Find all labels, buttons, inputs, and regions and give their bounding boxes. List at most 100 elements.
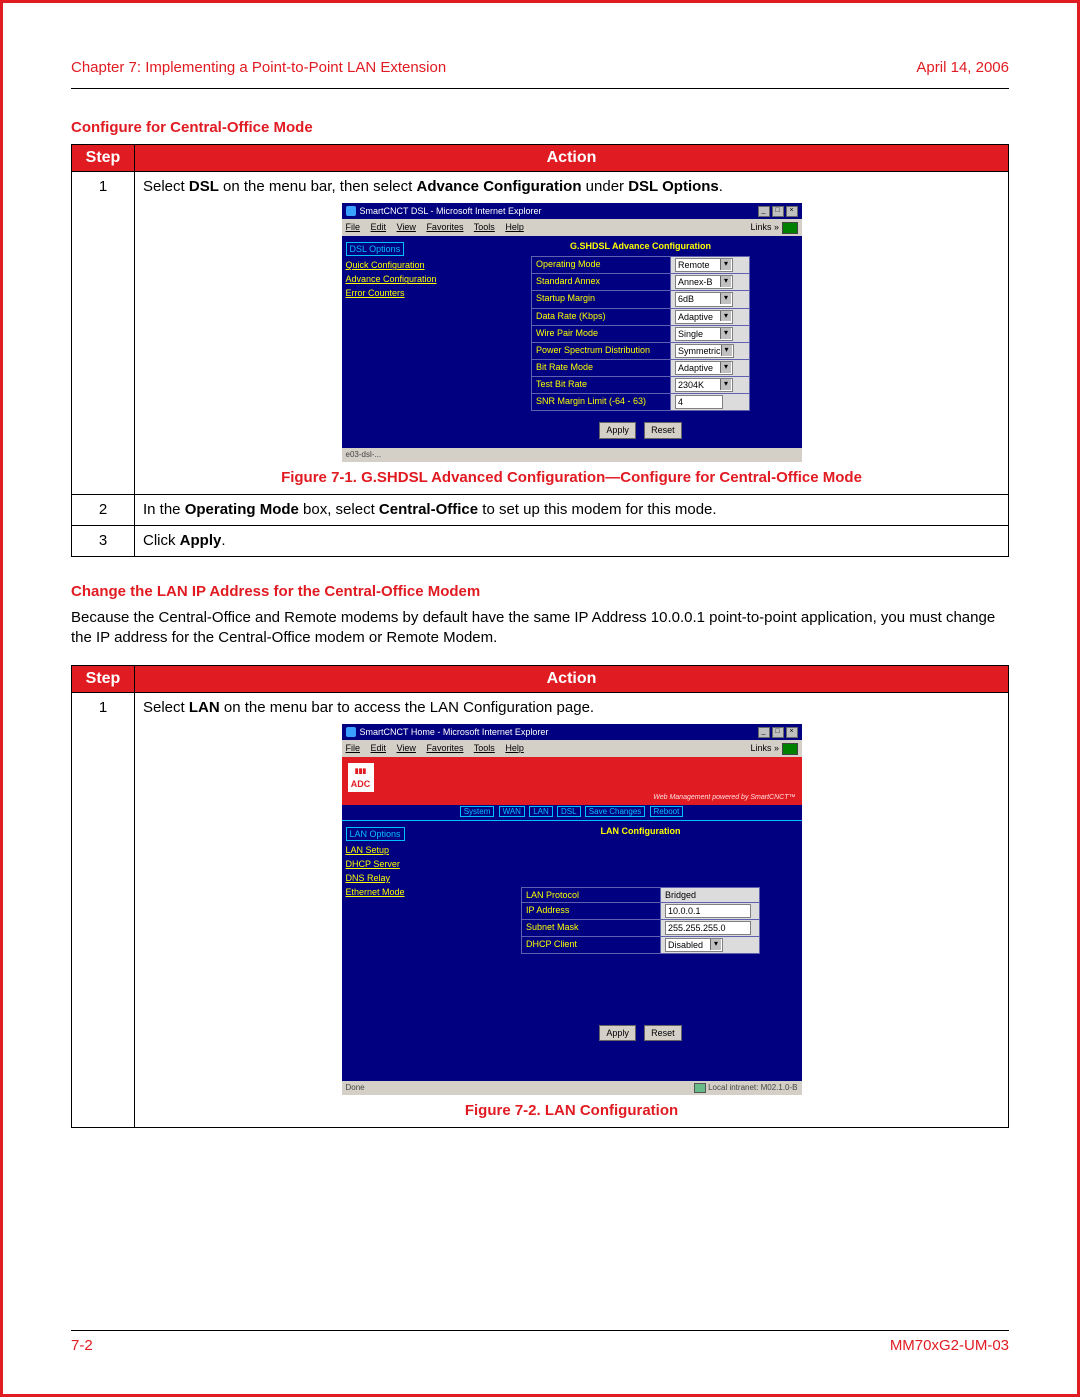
dhcp-client-dropdown[interactable]: Disabled [665,938,723,952]
ip-address-input[interactable]: 10.0.0.1 [665,904,751,918]
section2-steps-table: Step Action 1 Select LAN on the menu bar… [71,665,1009,1128]
table-row: 1 Select LAN on the menu bar to access t… [72,692,1009,1127]
nav-tabs: System WAN LAN DSL Save Changes Reboot [342,805,802,821]
step-num: 1 [72,692,135,1127]
doc-id: MM70xG2-UM-03 [890,1337,1009,1354]
wire-pair-dropdown[interactable]: Single [675,327,733,341]
sidebar-item-error-counters[interactable]: Error Counters [346,287,476,299]
menu-help[interactable]: Help [505,222,524,232]
tab-wan[interactable]: WAN [499,806,525,817]
section1-steps-table: Step Action 1 Select DSL on the menu bar… [71,144,1009,557]
header-date: April 14, 2006 [916,59,1009,76]
menu-help[interactable]: Help [505,743,524,753]
status-left: e03-dsl-... [346,450,382,461]
sidebar-item-advance-config[interactable]: Advance Configuration [346,273,476,285]
poweredby-text: Web Management powered by SmartCNCT™ [653,793,795,802]
close-icon[interactable]: × [786,727,798,738]
col-step: Step [72,145,135,172]
minimize-icon[interactable]: _ [758,727,770,738]
sidebar-item-dns-relay[interactable]: DNS Relay [346,872,476,884]
snr-margin-input[interactable]: 4 [675,395,723,409]
ie-menubar: File Edit View Favorites Tools Help Link… [342,219,802,236]
minimize-icon[interactable]: _ [758,206,770,217]
tab-reboot[interactable]: Reboot [650,806,684,817]
go-icon[interactable] [782,222,798,234]
reset-button[interactable]: Reset [644,1025,682,1041]
maximize-icon[interactable]: □ [772,206,784,217]
sidebar-item-ethernet-mode[interactable]: Ethernet Mode [346,886,476,898]
config-title: LAN Configuration [486,825,796,837]
section2-heading: Change the LAN IP Address for the Centra… [71,583,1009,600]
dsl-main: G.SHDSL Advance Configuration Operating … [480,236,802,448]
test-bit-rate-dropdown[interactable]: 2304K [675,378,733,392]
standard-annex-dropdown[interactable]: Annex-B [675,275,733,289]
ie-icon [346,206,356,216]
step-action: In the Operating Mode box, select Centra… [135,494,1009,525]
tab-system[interactable]: System [460,806,495,817]
apply-button[interactable]: Apply [599,1025,636,1041]
fld-label: Standard Annex [532,274,671,291]
sidebar-item-lan-setup[interactable]: LAN Setup [346,844,476,856]
go-icon[interactable] [782,743,798,755]
reset-button[interactable]: Reset [644,422,682,438]
page-number: 7-2 [71,1337,93,1354]
ie-icon [346,727,356,737]
figure-7-2-caption: Figure 7-2. LAN Configuration [143,1101,1000,1121]
menu-file[interactable]: File [346,222,361,232]
section2-body: Because the Central-Office and Remote mo… [71,608,1009,649]
menu-view[interactable]: View [397,222,416,232]
menu-favorites[interactable]: Favorites [426,743,463,753]
figure-7-2-screenshot: SmartCNCT Home - Microsoft Internet Expl… [342,724,802,1095]
fld-label: Bit Rate Mode [532,360,671,377]
operating-mode-dropdown[interactable]: Remote [675,258,733,272]
startup-margin-dropdown[interactable]: 6dB [675,292,733,306]
col-action: Action [135,145,1009,172]
window-buttons: _ □ × [758,727,798,738]
tab-lan[interactable]: LAN [529,806,553,817]
links-label[interactable]: Links » [750,222,779,232]
sidebar-item-dhcp-server[interactable]: DHCP Server [346,858,476,870]
tab-save-changes[interactable]: Save Changes [585,806,645,817]
tab-dsl[interactable]: DSL [557,806,581,817]
step-action: Select DSL on the menu bar, then select … [135,172,1009,495]
lan-protocol-value: Bridged [665,890,696,900]
ie-statusbar: Done Local intranet: M02.1.0-B [342,1081,802,1096]
power-spectrum-dropdown[interactable]: Symmetric [675,344,734,358]
fld-label: Operating Mode [532,257,671,274]
menu-file[interactable]: File [346,743,361,753]
menu-view[interactable]: View [397,743,416,753]
page-header: Chapter 7: Implementing a Point-to-Point… [3,3,1077,84]
adc-banner: ▮▮▮ADC Web Management powered by SmartCN… [342,757,802,805]
adc-logo: ▮▮▮ADC [348,763,374,792]
links-label[interactable]: Links » [750,743,779,753]
page-footer: 7-2 MM70xG2-UM-03 [3,1337,1077,1354]
lan-form: LAN ProtocolBridged IP Address10.0.0.1 S… [521,887,760,955]
menu-tools[interactable]: Tools [474,222,495,232]
fld-label: IP Address [522,902,661,919]
dsl-sidebar: DSL Options Quick Configuration Advance … [342,236,480,448]
fld-label: Power Spectrum Distribution [532,342,671,359]
maximize-icon[interactable]: □ [772,727,784,738]
ie-menubar: File Edit View Favorites Tools Help Link… [342,740,802,757]
menu-favorites[interactable]: Favorites [426,222,463,232]
menu-edit[interactable]: Edit [371,222,387,232]
fld-label: Test Bit Rate [532,377,671,394]
status-left: Done [346,1083,365,1094]
menu-tools[interactable]: Tools [474,743,495,753]
zone-icon [694,1083,706,1093]
step-num: 1 [72,172,135,495]
subnet-mask-input[interactable]: 255.255.255.0 [665,921,751,935]
sidebar-group: DSL Options [346,242,405,256]
col-action: Action [135,665,1009,692]
apply-button[interactable]: Apply [599,422,636,438]
figure-7-1-screenshot: SmartCNCT DSL - Microsoft Internet Explo… [342,203,802,462]
bit-rate-mode-dropdown[interactable]: Adaptive [675,361,733,375]
sidebar-item-quick-config[interactable]: Quick Configuration [346,259,476,271]
table-row: 1 Select DSL on the menu bar, then selec… [72,172,1009,495]
header-rule [71,88,1009,89]
footer-rule [71,1330,1009,1331]
menu-edit[interactable]: Edit [371,743,387,753]
figure-7-1-caption: Figure 7-1. G.SHDSL Advanced Configurati… [143,468,1000,488]
data-rate-dropdown[interactable]: Adaptive [675,310,733,324]
close-icon[interactable]: × [786,206,798,217]
